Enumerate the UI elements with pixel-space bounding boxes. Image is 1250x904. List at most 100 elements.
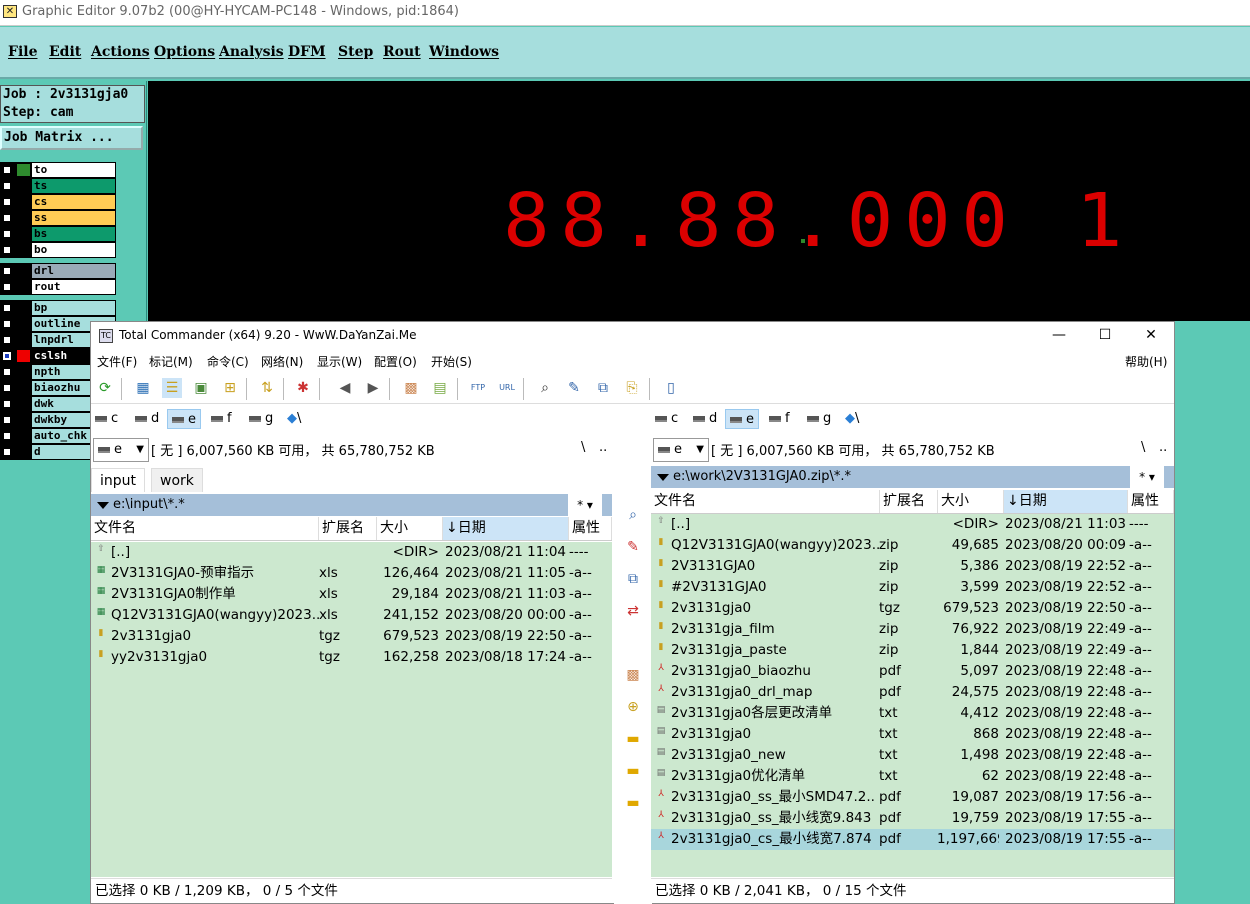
file-row[interactable]: ⅄ 2v3131gja0_cs_最小线宽7.874 pdf 1,197,669 2023… bbox=[651, 829, 1174, 850]
job-matrix-button[interactable]: Job Matrix ... bbox=[0, 126, 143, 150]
left-col-attr[interactable]: 属性 bbox=[569, 517, 612, 540]
layer-checkbox[interactable] bbox=[2, 447, 12, 457]
layer-row[interactable]: bp bbox=[0, 300, 116, 316]
left-drive-f[interactable]: f bbox=[207, 409, 236, 429]
edit-icon[interactable]: ✎ bbox=[624, 538, 642, 556]
brief-view-icon[interactable]: ▦ bbox=[133, 378, 153, 398]
file-row[interactable]: ▮ yy2v3131gja0 tgz 162,258 2023/08/18 17:24-… bbox=[91, 647, 612, 668]
layer-checkbox[interactable] bbox=[2, 399, 12, 409]
right-drive-g[interactable]: g bbox=[803, 409, 835, 429]
minimize-button[interactable]: — bbox=[1036, 324, 1082, 348]
file-row[interactable]: ▮ 2v3131gja0 tgz 679,523 2023/08/19 22:50 -a-… bbox=[651, 598, 1174, 619]
layer-swatch[interactable] bbox=[17, 446, 30, 458]
layer-row[interactable]: to bbox=[0, 162, 116, 178]
menu-rout[interactable]: Rout bbox=[383, 44, 421, 60]
left-drive-select[interactable]: e ▼ bbox=[93, 438, 149, 462]
file-row[interactable]: ⅄ 2v3131gja0_drl_map pdf 24,575 2023/08/19 2… bbox=[651, 682, 1174, 703]
layer-swatch[interactable] bbox=[17, 382, 30, 394]
layer-swatch[interactable] bbox=[17, 302, 30, 314]
left-filter-button[interactable]: * ▾ bbox=[568, 494, 602, 516]
menu-edit[interactable]: Edit bbox=[49, 44, 81, 60]
layer-checkbox[interactable] bbox=[2, 282, 12, 292]
ftp-icon[interactable]: FTP bbox=[468, 378, 488, 398]
menu-step[interactable]: Step bbox=[338, 44, 373, 60]
rename-icon[interactable]: ✎ bbox=[564, 378, 584, 398]
left-col-date[interactable]: ↓日期 bbox=[443, 517, 569, 540]
file-row[interactable]: ▮ 2V3131GJA0 zip 5,386 2023/08/19 22:52 -a-- bbox=[651, 556, 1174, 577]
file-row[interactable]: ▮ Q12V3131GJA0(wangyy)2023.. zip 49,685 2023… bbox=[651, 535, 1174, 556]
layer-swatch[interactable] bbox=[17, 180, 30, 192]
tab-input[interactable]: input bbox=[91, 468, 146, 492]
unpack-icon[interactable]: ▤ bbox=[430, 378, 450, 398]
left-col-size[interactable]: 大小 bbox=[377, 517, 443, 540]
tc-menu-show[interactable]: 显示(W) bbox=[317, 353, 362, 370]
left-root-button[interactable]: \ bbox=[581, 440, 585, 455]
notepad-icon[interactable]: ▯ bbox=[661, 378, 681, 398]
layer-name[interactable]: bp bbox=[32, 301, 115, 315]
right-drive-f[interactable]: f bbox=[765, 409, 794, 429]
maximize-button[interactable]: ☐ bbox=[1082, 324, 1128, 348]
menu-analysis[interactable]: Analysis bbox=[219, 44, 284, 60]
file-row[interactable]: ⇧ [..] <DIR> 2023/08/21 11:03 ---- bbox=[651, 514, 1174, 535]
layer-row[interactable]: ts bbox=[0, 178, 116, 194]
forward-icon[interactable]: ▶ bbox=[363, 378, 383, 398]
file-row[interactable]: ⅄ 2v3131gja0_ss_最小线宽9.843 pdf 19,759 2023/08… bbox=[651, 808, 1174, 829]
layer-name[interactable]: bs bbox=[32, 227, 115, 241]
right-col-date[interactable]: ↓日期 bbox=[1004, 490, 1128, 513]
layer-checkbox[interactable] bbox=[2, 303, 12, 313]
layer-swatch[interactable] bbox=[17, 265, 30, 277]
layer-checkbox[interactable] bbox=[2, 431, 12, 441]
tc-menu-net[interactable]: 网络(N) bbox=[261, 353, 303, 370]
file-row[interactable]: ▦ 2V3131GJA0-预审指示 xls 126,464 2023/08/21 11:… bbox=[91, 563, 612, 584]
layer-row[interactable]: ss bbox=[0, 210, 116, 226]
view-icon[interactable]: ⌕ bbox=[624, 506, 642, 524]
file-row[interactable]: ▦ Q12V3131GJA0(wangyy)2023.. xls 241,152 202… bbox=[91, 605, 612, 626]
file-row[interactable]: ⇧ [..] <DIR> 2023/08/21 11:04 ---- bbox=[91, 542, 612, 563]
layer-name[interactable]: drl bbox=[32, 264, 115, 278]
right-drive-d[interactable]: d bbox=[689, 409, 721, 429]
left-root-link[interactable]: ◆\ bbox=[283, 409, 305, 429]
layer-name[interactable]: ts bbox=[32, 179, 115, 193]
layer-checkbox[interactable] bbox=[2, 367, 12, 377]
layer-row[interactable]: rout bbox=[0, 279, 116, 295]
tree-view-icon[interactable]: ⊞ bbox=[220, 378, 240, 398]
right-col-attr[interactable]: 属性 bbox=[1128, 490, 1174, 513]
layer-swatch[interactable] bbox=[17, 281, 30, 293]
layer-row[interactable]: bs bbox=[0, 226, 116, 242]
menu-actions[interactable]: Actions bbox=[91, 44, 150, 60]
layer-swatch[interactable] bbox=[17, 196, 30, 208]
thumbnail-icon[interactable]: ▣ bbox=[191, 378, 211, 398]
tc-menu-config[interactable]: 配置(O) bbox=[374, 353, 417, 370]
url-icon[interactable]: URL bbox=[497, 378, 517, 398]
layer-swatch[interactable] bbox=[17, 228, 30, 240]
refresh-icon[interactable]: ⟳ bbox=[95, 378, 115, 398]
file-row[interactable]: ▤ 2v3131gja0_new txt 1,498 2023/08/19 22:48-… bbox=[651, 745, 1174, 766]
file-row[interactable]: ▤ 2v3131gja0优化清单 txt 62 2023/08/19 22:48 -a-- bbox=[651, 766, 1174, 787]
menu-file[interactable]: File bbox=[8, 44, 37, 60]
layer-swatch[interactable] bbox=[17, 366, 30, 378]
file-row[interactable]: ⅄ 2v3131gja0_ss_最小SMD47.2.. pdf 19,087 2023/… bbox=[651, 787, 1174, 808]
left-drive-d[interactable]: d bbox=[131, 409, 163, 429]
layer-checkbox[interactable] bbox=[2, 197, 12, 207]
layer-swatch[interactable] bbox=[17, 244, 30, 256]
right-col-size[interactable]: 大小 bbox=[938, 490, 1004, 513]
menu-options[interactable]: Options bbox=[154, 44, 215, 60]
layer-checkbox[interactable] bbox=[2, 319, 12, 329]
tab-work[interactable]: work bbox=[151, 468, 203, 492]
history-dropdown-icon[interactable] bbox=[657, 474, 669, 481]
left-drive-e[interactable]: e bbox=[167, 409, 201, 429]
layer-checkbox[interactable] bbox=[2, 213, 12, 223]
layer-checkbox[interactable] bbox=[2, 383, 12, 393]
right-col-ext[interactable]: 扩展名 bbox=[880, 490, 938, 513]
layer-swatch[interactable] bbox=[17, 318, 30, 330]
left-up-button[interactable]: .. bbox=[599, 440, 607, 455]
file-row[interactable]: ▮ 2v3131gja_paste zip 1,844 2023/08/19 22:49… bbox=[651, 640, 1174, 661]
file-row[interactable]: ▤ 2v3131gja0各层更改清单 txt 4,412 2023/08/19 22:4… bbox=[651, 703, 1174, 724]
layer-row[interactable]: cs bbox=[0, 194, 116, 210]
left-col-name[interactable]: 文件名 bbox=[91, 517, 319, 540]
close-button[interactable]: ✕ bbox=[1128, 324, 1174, 348]
right-col-name[interactable]: 文件名 bbox=[651, 490, 880, 513]
file-row[interactable]: ⅄ 2v3131gja0_biaozhu pdf 5,097 2023/08/19 22… bbox=[651, 661, 1174, 682]
file-row[interactable]: ▮ 2v3131gja_film zip 76,922 2023/08/19 22:49… bbox=[651, 619, 1174, 640]
layer-swatch[interactable] bbox=[17, 334, 30, 346]
